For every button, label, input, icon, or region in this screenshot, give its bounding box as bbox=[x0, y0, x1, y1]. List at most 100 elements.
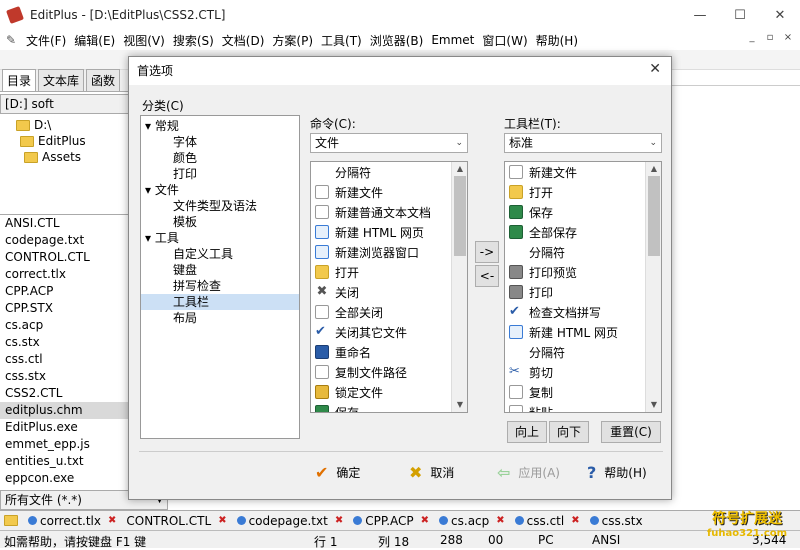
file-item[interactable]: css.stx bbox=[0, 368, 130, 385]
doc-tab[interactable]: css.stx bbox=[586, 512, 649, 530]
scroll-thumb[interactable] bbox=[648, 176, 660, 256]
scroll-down-icon[interactable]: ▼ bbox=[646, 398, 661, 412]
help-button[interactable]: ? 帮助(H) bbox=[587, 459, 647, 485]
category-toolbar-selected[interactable]: 工具栏 bbox=[141, 294, 299, 310]
doc-tab[interactable]: css.ctl ✖ bbox=[511, 512, 586, 530]
file-item[interactable]: entities_u.txt bbox=[0, 453, 130, 470]
category-spellcheck[interactable]: 拼写检查 bbox=[173, 278, 221, 294]
tab-directory[interactable]: 目录 bbox=[2, 69, 37, 91]
tree-node-assets[interactable]: Assets bbox=[24, 150, 81, 164]
category-files[interactable]: ▾ 文件 bbox=[145, 182, 179, 198]
toolbar-item[interactable]: 新建 HTML 网页 bbox=[509, 322, 618, 342]
category-templates[interactable]: 模板 bbox=[173, 214, 197, 230]
scroll-up-icon[interactable]: ▲ bbox=[452, 162, 467, 176]
mdi-close-button[interactable]: × bbox=[780, 32, 796, 46]
minimize-button[interactable]: — bbox=[680, 0, 720, 30]
command-item[interactable]: 新建普通文本文档 bbox=[315, 202, 431, 222]
command-item[interactable]: 锁定文件 bbox=[315, 382, 383, 402]
command-item[interactable]: 全部关闭 bbox=[315, 302, 383, 322]
file-item[interactable]: correct.tlx bbox=[0, 266, 130, 283]
menu-window[interactable]: 窗口(W) bbox=[478, 32, 531, 49]
doc-tab[interactable]: correct.tlx ✖ bbox=[24, 512, 122, 530]
move-down-button[interactable]: 向下 bbox=[549, 421, 589, 443]
file-item[interactable]: EditPlus.exe bbox=[0, 419, 130, 436]
tree-node-editplus[interactable]: EditPlus bbox=[20, 134, 86, 148]
file-item[interactable]: CPP.STX bbox=[0, 300, 130, 317]
move-up-button[interactable]: 向上 bbox=[507, 421, 547, 443]
toolbar-item[interactable]: 分隔符 bbox=[509, 342, 565, 362]
command-item[interactable]: 保存 bbox=[315, 402, 359, 412]
toolbar-item[interactable]: 复制 bbox=[509, 382, 553, 402]
doc-tab[interactable]: CONTROL.CTL ✖ bbox=[122, 512, 232, 530]
dialog-close-button[interactable]: ✕ bbox=[649, 61, 661, 77]
tab-cliptext[interactable]: 文本库 bbox=[38, 69, 85, 91]
expand-icon[interactable]: ▾ bbox=[145, 231, 151, 245]
command-item[interactable]: 打开 bbox=[315, 262, 359, 282]
menu-view[interactable]: 视图(V) bbox=[119, 32, 169, 49]
category-filetypes[interactable]: 文件类型及语法 bbox=[173, 198, 257, 214]
file-item[interactable]: eppcon.exe bbox=[0, 470, 130, 487]
reset-button[interactable]: 重置(C) bbox=[601, 421, 661, 443]
file-item[interactable]: css.ctl bbox=[0, 351, 130, 368]
file-item[interactable]: CSS2.CTL bbox=[0, 385, 130, 402]
file-item[interactable]: CONTROL.CTL bbox=[0, 249, 130, 266]
toolbar-item[interactable]: ✂ 剪切 bbox=[509, 362, 553, 382]
toolbar-item[interactable]: 保存 bbox=[509, 202, 553, 222]
menu-tools[interactable]: 工具(T) bbox=[317, 32, 366, 49]
close-icon[interactable]: ✖ bbox=[496, 515, 504, 526]
category-user-tools[interactable]: 自定义工具 bbox=[173, 246, 233, 262]
scroll-down-icon[interactable]: ▼ bbox=[452, 398, 467, 412]
drive-select[interactable]: [D:] soft bbox=[0, 94, 134, 114]
close-icon[interactable]: ✖ bbox=[571, 515, 579, 526]
category-keyboard[interactable]: 键盘 bbox=[173, 262, 197, 278]
menu-document[interactable]: 文档(D) bbox=[218, 32, 269, 49]
command-item[interactable]: 重命名 bbox=[315, 342, 371, 362]
toolbar-item[interactable]: ✔ 检查文档拼写 bbox=[509, 302, 601, 322]
remove-command-button[interactable]: <- bbox=[475, 265, 499, 287]
doc-tab[interactable]: cs.acp ✖ bbox=[435, 512, 511, 530]
category-layout[interactable]: 布局 bbox=[173, 310, 197, 326]
expand-icon[interactable]: ▾ bbox=[145, 183, 151, 197]
category-color[interactable]: 颜色 bbox=[173, 150, 197, 166]
close-window-button[interactable]: ✕ bbox=[760, 0, 800, 30]
apply-button[interactable]: ⇦ 应用(A) bbox=[497, 459, 560, 485]
menu-help[interactable]: 帮助(H) bbox=[532, 32, 582, 49]
close-icon[interactable]: ✖ bbox=[335, 515, 343, 526]
command-category-select[interactable]: 文件 ⌄ bbox=[310, 133, 468, 153]
category-font[interactable]: 字体 bbox=[173, 134, 197, 150]
menu-browser[interactable]: 浏览器(B) bbox=[366, 32, 428, 49]
add-command-button[interactable]: -> bbox=[475, 241, 499, 263]
toolbar-item[interactable]: 分隔符 bbox=[509, 242, 565, 262]
ok-button[interactable]: ✔ 确定 bbox=[315, 459, 360, 485]
command-item[interactable]: 新建 HTML 网页 bbox=[315, 222, 424, 242]
mdi-restore-button[interactable]: ▫ bbox=[762, 32, 778, 46]
file-item[interactable]: CPP.ACP bbox=[0, 283, 130, 300]
command-item[interactable]: 分隔符 bbox=[315, 162, 371, 182]
mdi-minimize-button[interactable]: _ bbox=[744, 32, 760, 46]
command-item[interactable]: ✔ 关闭其它文件 bbox=[315, 322, 407, 342]
tree-node-root[interactable]: D:\ bbox=[16, 118, 51, 132]
scroll-thumb[interactable] bbox=[454, 176, 466, 256]
menu-file[interactable]: 文件(F) bbox=[22, 32, 70, 49]
close-icon[interactable]: ✖ bbox=[421, 515, 429, 526]
file-item-selected[interactable]: editplus.chm bbox=[0, 402, 130, 419]
cancel-button[interactable]: ✖ 取消 bbox=[409, 459, 454, 485]
toolbar-item[interactable]: 打开 bbox=[509, 182, 553, 202]
scroll-up-icon[interactable]: ▲ bbox=[646, 162, 661, 176]
category-tools[interactable]: ▾ 工具 bbox=[145, 230, 179, 246]
menu-edit[interactable]: 编辑(E) bbox=[70, 32, 119, 49]
command-item[interactable]: ✖ 关闭 bbox=[315, 282, 359, 302]
menu-emmet[interactable]: Emmet bbox=[427, 33, 478, 47]
menu-search[interactable]: 搜索(S) bbox=[169, 32, 218, 49]
toolbar-item[interactable]: 打印预览 bbox=[509, 262, 577, 282]
maximize-button[interactable]: ☐ bbox=[720, 0, 760, 30]
doc-tab[interactable]: CPP.ACP ✖ bbox=[349, 512, 435, 530]
file-item[interactable]: ANSI.CTL bbox=[0, 215, 130, 232]
menu-project[interactable]: 方案(P) bbox=[268, 32, 317, 49]
file-item[interactable]: cs.acp bbox=[0, 317, 130, 334]
doc-tab[interactable]: codepage.txt ✖ bbox=[233, 512, 350, 530]
category-print[interactable]: 打印 bbox=[173, 166, 197, 182]
command-item[interactable]: 新建浏览器窗口 bbox=[315, 242, 419, 262]
toolbar-select[interactable]: 标准 ⌄ bbox=[504, 133, 662, 153]
command-item[interactable]: 复制文件路径 bbox=[315, 362, 407, 382]
